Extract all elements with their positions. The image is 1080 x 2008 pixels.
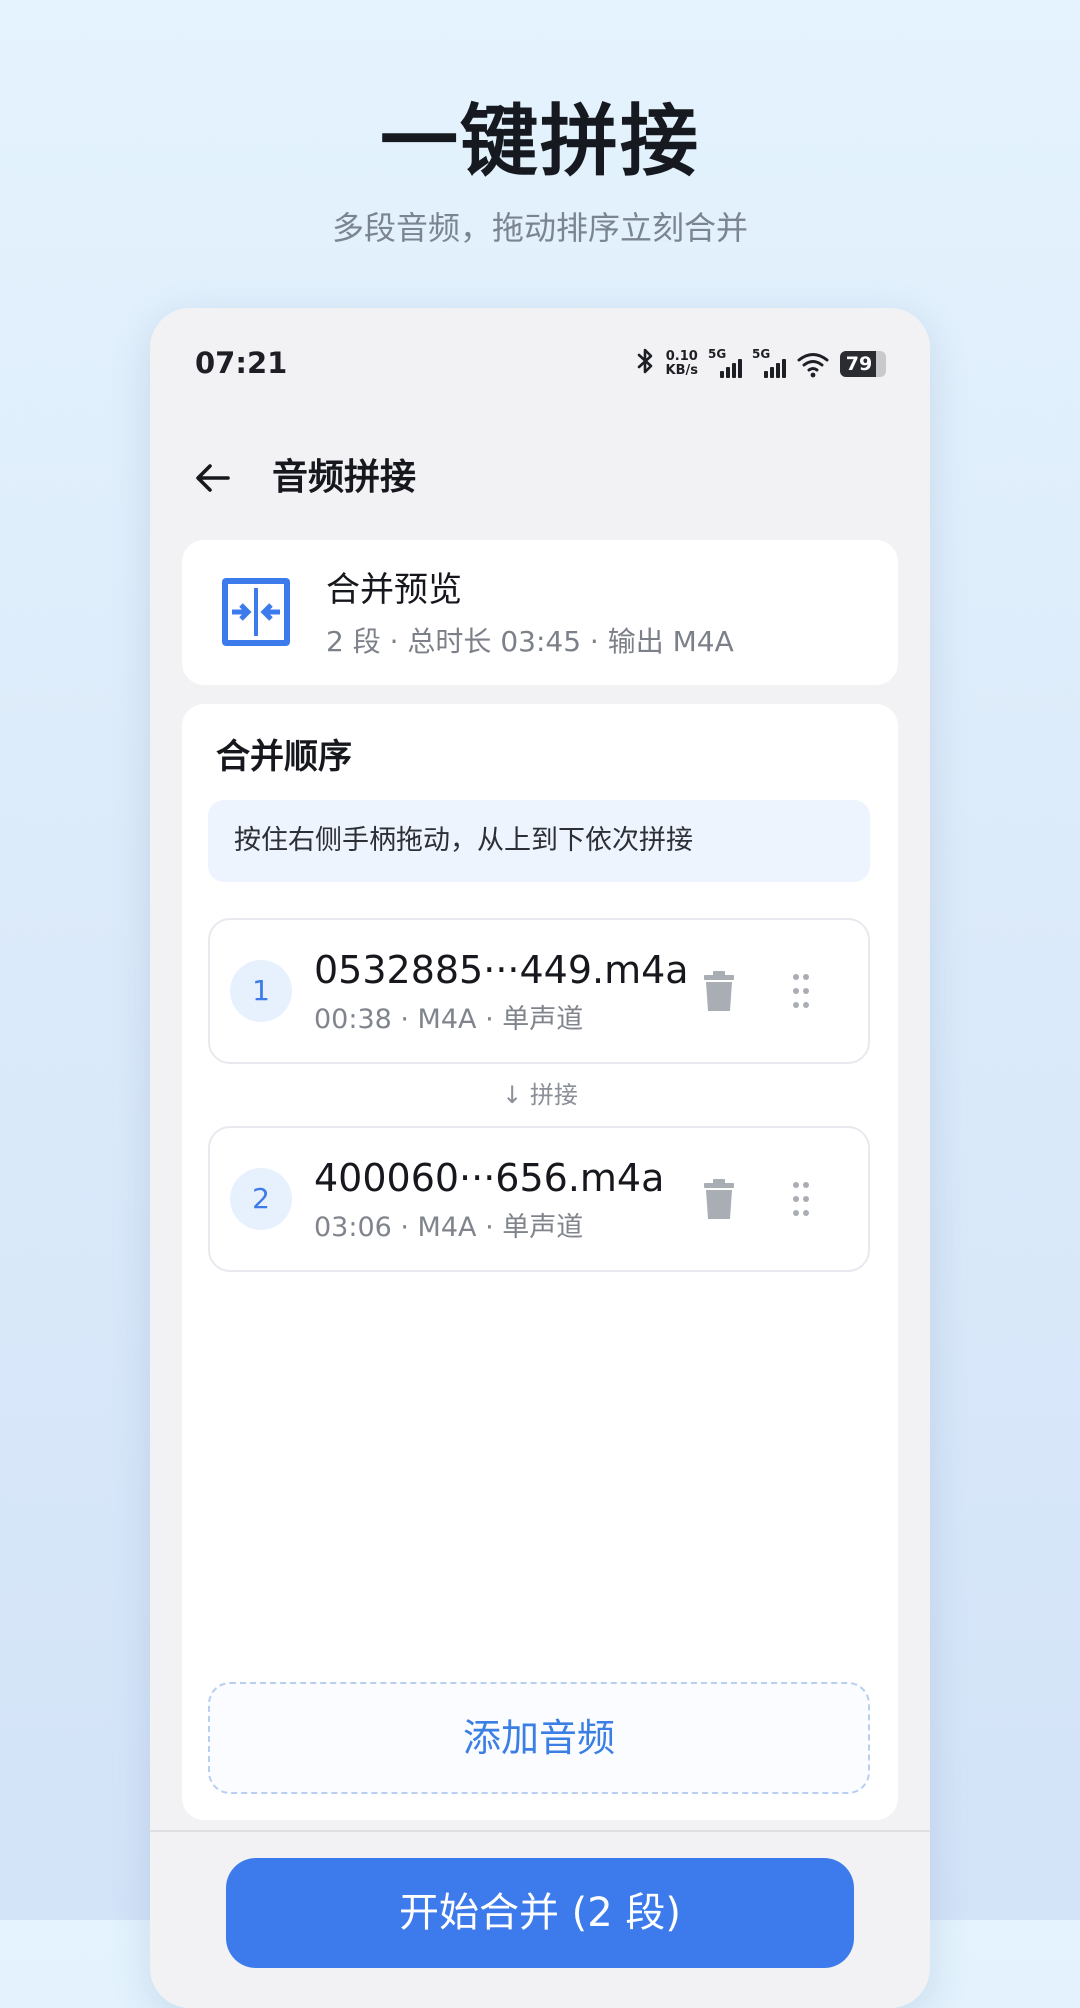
clip-meta: 00:38 · M4A · 单声道 <box>314 1004 584 1035</box>
merge-order-card: 合并顺序 按住右侧手柄拖动，从上到下依次拼接 1 0532885···449.m… <box>182 704 898 1820</box>
start-merge-button[interactable]: 开始合并 (2 段) <box>226 1858 854 1968</box>
drag-handle-icon <box>793 1182 809 1216</box>
hint-text: 按住右侧手柄拖动，从上到下依次拼接 <box>234 825 693 856</box>
battery-level: 79 <box>845 353 873 375</box>
wifi-icon <box>797 353 829 378</box>
top-app-bar: 音频拼接 <box>150 428 930 528</box>
divider <box>150 1830 930 1832</box>
clip-item[interactable]: 2 400060···656.m4a 03:06 · M4A · 单声道 <box>208 1126 870 1272</box>
clip-meta: 03:06 · M4A · 单声道 <box>314 1212 584 1243</box>
clip-name: 0532885···449.m4a <box>314 948 689 992</box>
preview-title: 合并预览 <box>326 570 462 610</box>
delete-button[interactable] <box>696 1176 742 1222</box>
section-title: 合并顺序 <box>216 737 352 777</box>
clip-index-badge: 2 <box>230 1168 292 1230</box>
status-icons: 0.10 KB/s 5G 5G 79 <box>636 344 886 384</box>
page-title: 音频拼接 <box>272 457 417 498</box>
hint-banner: 按住右侧手柄拖动，从上到下依次拼接 <box>208 800 870 882</box>
drag-handle[interactable] <box>788 1178 814 1220</box>
network-speed-unit: KB/s <box>665 363 698 378</box>
add-audio-button[interactable]: 添加音频 <box>208 1682 870 1794</box>
clip-name: 400060···656.m4a <box>314 1156 665 1200</box>
signal-icon: 5G <box>752 348 786 380</box>
join-label: ↓ 拼接 <box>502 1081 578 1109</box>
hero-subtitle: 多段音频，拖动排序立刻合并 <box>331 209 748 247</box>
drag-handle[interactable] <box>788 970 814 1012</box>
trash-icon <box>704 1179 734 1219</box>
clip-item[interactable]: 1 0532885···449.m4a 00:38 · M4A · 单声道 <box>208 918 870 1064</box>
clip-index-badge: 1 <box>230 960 292 1022</box>
phone-screen: 07:21 0.10 KB/s 5G 5G 79 音频拼接 合并预览 2 段 ·… <box>150 308 930 2008</box>
arrow-left-icon <box>196 464 230 492</box>
drag-handle-icon <box>793 974 809 1008</box>
back-button[interactable] <box>188 453 238 503</box>
status-bar: 07:21 0.10 KB/s 5G 5G 79 <box>150 338 930 394</box>
status-time: 07:21 <box>195 346 288 380</box>
preview-meta: 2 段 · 总时长 03:45 · 输出 M4A <box>326 625 734 658</box>
merge-icon <box>222 578 290 646</box>
network-speed-value: 0.10 <box>665 349 698 364</box>
bluetooth-icon <box>636 347 656 382</box>
signal-icon: 5G <box>708 348 742 380</box>
hero-title: 一键拼接 <box>379 97 700 187</box>
network-speed: 0.10 KB/s <box>666 350 698 378</box>
trash-icon <box>704 971 734 1011</box>
delete-button[interactable] <box>696 968 742 1014</box>
merge-preview-card: 合并预览 2 段 · 总时长 03:45 · 输出 M4A <box>182 540 898 685</box>
battery-icon: 79 <box>840 351 886 377</box>
